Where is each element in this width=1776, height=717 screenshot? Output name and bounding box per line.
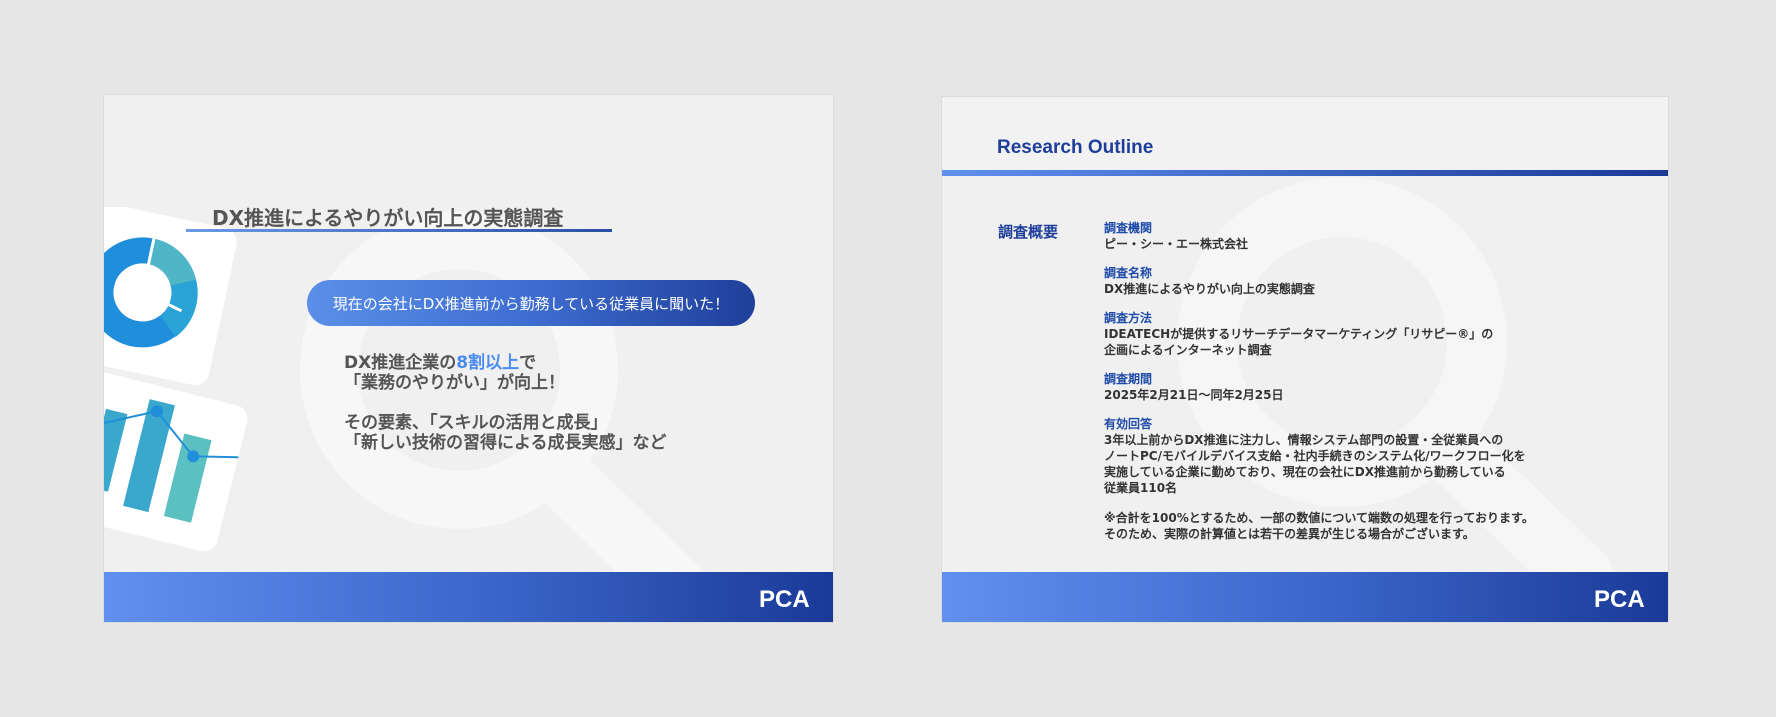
header-rule bbox=[942, 170, 1668, 176]
item-label: 調査名称 bbox=[1104, 266, 1153, 280]
pca-logo: PCA bbox=[759, 586, 810, 610]
finding-highlight: 8割以上 bbox=[456, 353, 520, 373]
chart-illustration-icon bbox=[104, 207, 248, 552]
item-label: 有効回答 bbox=[1104, 417, 1153, 431]
finding-line-2: 「業務のやりがい」が向上！ bbox=[344, 373, 565, 393]
key-findings: DX推進企業の8割以上で 「業務のやりがい」が向上！ その要素、「スキルの活用と… bbox=[344, 353, 667, 453]
finding-prefix: DX推進企業の bbox=[344, 353, 457, 373]
svg-text:PCA: PCA bbox=[1594, 586, 1645, 610]
outline-item-period: 調査期間 2025年2月21日〜同年2月25日 bbox=[1104, 372, 1534, 403]
outline-item-responses: 有効回答 3年以上前からDX推進に注力し、情報システム部門の設置・全従業員への … bbox=[1104, 417, 1534, 496]
footer-bar: PCA bbox=[104, 572, 833, 622]
section-label: 調査概要 bbox=[998, 223, 1059, 241]
pca-logo: PCA bbox=[1594, 586, 1645, 610]
slide-2: Research Outline 調査概要 調査機関 ピー・シー・エー株式会社 … bbox=[942, 97, 1668, 622]
item-value: 実施している企業に勤めており、現在の会社にDX推進前から勤務している bbox=[1104, 465, 1506, 479]
page-title: Research Outline bbox=[997, 137, 1154, 158]
finding-suffix: で bbox=[519, 353, 537, 373]
slide-1: DX推進によるやりがい向上の実態調査 現在の会社にDX推進前から勤務している従業… bbox=[104, 95, 833, 622]
item-value: 3年以上前からDX推進に注力し、情報システム部門の設置・全従業員への bbox=[1104, 433, 1504, 447]
footer-bar: PCA bbox=[942, 572, 1668, 622]
item-value: IDEATECHが提供するリサーチデータマーケティング「リサピー®」の bbox=[1104, 327, 1494, 341]
item-value: DX推進によるやりがい向上の実態調査 bbox=[1104, 282, 1315, 296]
item-label: 調査方法 bbox=[1104, 311, 1153, 325]
finding-line-4: 「新しい技術の習得による成長実感」など bbox=[344, 433, 667, 453]
outline-list: 調査機関 ピー・シー・エー株式会社 調査名称 DX推進によるやりがい向上の実態調… bbox=[1104, 221, 1534, 542]
item-value: ピー・シー・エー株式会社 bbox=[1104, 237, 1249, 251]
item-label: 調査期間 bbox=[1104, 372, 1153, 386]
item-value: 従業員110名 bbox=[1104, 481, 1178, 495]
footnote: ※合計を100%とするため、一部の数値について端数の処理を行っております。 その… bbox=[1104, 510, 1534, 542]
page-title: DX推進によるやりがい向上の実態調査 bbox=[212, 206, 564, 230]
outline-item-agency: 調査機関 ピー・シー・エー株式会社 bbox=[1104, 221, 1534, 252]
finding-line-3: その要素、「スキルの活用と成長」 bbox=[344, 413, 608, 433]
item-value: 2025年2月21日〜同年2月25日 bbox=[1104, 388, 1284, 402]
survey-target-pill: 現在の会社にDX推進前から勤務している従業員に聞いた！ bbox=[307, 280, 755, 326]
footnote-line: そのため、実際の計算値とは若干の差異が生じる場合がございます。 bbox=[1104, 527, 1475, 541]
item-value: ノートPC/モバイルデバイス支給・社内手続きのシステム化/ワークフロー化を bbox=[1104, 449, 1526, 463]
footnote-line: ※合計を100%とするため、一部の数値について端数の処理を行っております。 bbox=[1104, 511, 1534, 525]
finding-line-1: DX推進企業の8割以上で bbox=[344, 353, 667, 373]
item-value: 企画によるインターネット調査 bbox=[1104, 343, 1272, 357]
svg-text:PCA: PCA bbox=[759, 586, 810, 610]
item-label: 調査機関 bbox=[1104, 221, 1153, 235]
title-underline bbox=[186, 229, 612, 232]
outline-item-name: 調査名称 DX推進によるやりがい向上の実態調査 bbox=[1104, 266, 1534, 297]
outline-item-method: 調査方法 IDEATECHが提供するリサーチデータマーケティング「リサピー®」の… bbox=[1104, 311, 1534, 358]
pill-text: 現在の会社にDX推進前から勤務している従業員に聞いた！ bbox=[332, 294, 730, 313]
